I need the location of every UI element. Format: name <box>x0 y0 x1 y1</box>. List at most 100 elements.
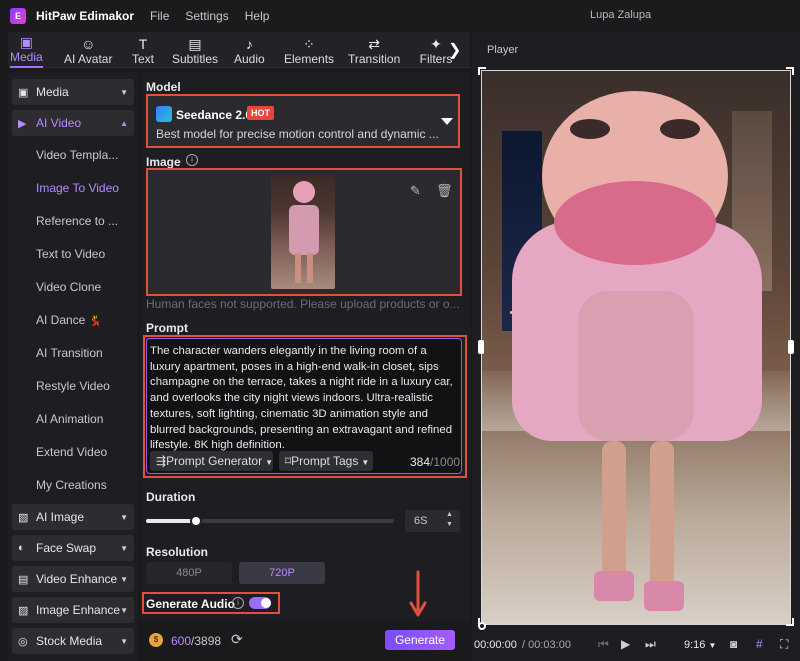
next-frame-icon[interactable]: ⏭ <box>645 637 656 652</box>
aspect-ratio-select[interactable]: 9:16 ▼ <box>684 639 716 651</box>
sidebar-group-label: Media <box>36 85 69 99</box>
prompt-label: Prompt <box>146 321 188 335</box>
sidebar-item-image-to-video[interactable]: Image To Video <box>36 181 119 195</box>
delete-icon[interactable]: 🗑 <box>436 183 453 199</box>
sidebar-item-label: Image To Video <box>36 181 119 195</box>
time-total: / 00:03:00 <box>522 639 571 651</box>
tab-text[interactable]: T Text <box>132 32 154 68</box>
duration-slider-handle[interactable] <box>189 515 202 527</box>
tab-audio[interactable]: ♪ Audio <box>234 32 265 68</box>
stepper-up-icon[interactable]: ▲ <box>446 511 453 518</box>
sidebar-group-ai-image[interactable]: ▧ AI Image ▼ <box>12 504 134 530</box>
toggle-knob <box>261 598 271 608</box>
sidebar-item-label: Restyle Video <box>36 379 110 393</box>
tab-subtitles[interactable]: ▤ Subtitles <box>172 32 218 68</box>
crop-handle-left[interactable] <box>478 340 484 354</box>
sidebar-item-text-to-video[interactable]: Text to Video <box>36 247 105 261</box>
crop-corner[interactable] <box>478 67 486 75</box>
image-hint: Human faces not supported. Please upload… <box>146 297 460 311</box>
time-current: 00:00:00 <box>474 639 517 651</box>
video-enhance-icon: ▤ <box>18 573 29 586</box>
prompt-generator-icon: ⇶ <box>156 454 167 468</box>
sidebar-item-ai-animation[interactable]: AI Animation <box>36 412 103 426</box>
tab-transition[interactable]: ⇄ Transition <box>348 32 400 68</box>
edit-icon[interactable]: ✎ <box>410 183 421 199</box>
credits-counter: 600/3898 <box>171 634 222 648</box>
sidebar-group-label: AI Image <box>36 510 85 524</box>
image-info-icon[interactable]: i <box>186 154 198 166</box>
main-toolbar: ▣ Media ☺ AI Avatar T Text ▤ Subtitles ♪ Audio ⁘ El… <box>8 32 470 68</box>
media-icon: ▣ <box>19 34 33 50</box>
sidebar-item-ai-dance[interactable]: AI Dance 💃 <box>36 313 102 327</box>
snapshot-icon[interactable]: ◙ <box>730 637 737 651</box>
title-bar: E HitPaw Edimakor File Settings Help Lup… <box>0 0 800 32</box>
sidebar-group-media[interactable]: ▣ Media ▼ <box>12 79 134 105</box>
generate-button[interactable]: Generate <box>385 630 455 650</box>
chevron-up-icon: ▲ <box>120 118 128 128</box>
video-preview[interactable] <box>481 70 791 625</box>
dance-icon: 💃 <box>89 316 102 327</box>
sidebar-group-label: Face Swap <box>36 541 97 555</box>
chevron-down-icon: ▼ <box>265 458 274 467</box>
ai-video-icon: ▶ <box>18 117 27 130</box>
model-label: Model <box>146 80 181 94</box>
model-icon <box>156 106 172 122</box>
sidebar-group-image-enhance[interactable]: ▨ Image Enhance ▼ <box>12 597 134 623</box>
uploaded-image-thumbnail <box>271 175 335 289</box>
sidebar-item-restyle-video[interactable]: Restyle Video <box>36 379 110 393</box>
ai-avatar-icon: ☺ <box>81 36 96 52</box>
caret-down-icon[interactable] <box>441 118 453 125</box>
crop-corner[interactable] <box>786 618 794 626</box>
resolution-480p[interactable]: 480P <box>146 562 232 584</box>
duration-label: Duration <box>146 490 196 504</box>
play-icon[interactable]: ▶ <box>621 637 630 651</box>
transition-icon: ⇄ <box>368 36 380 52</box>
prompt-tags-button[interactable]: ⌑Prompt Tags ▼ <box>279 451 373 471</box>
image-label: Image <box>146 155 181 169</box>
stepper-down-icon[interactable]: ▼ <box>446 521 453 528</box>
crop-corner[interactable] <box>786 67 794 75</box>
crop-handle-right[interactable] <box>788 340 794 354</box>
tab-media[interactable]: ▣ Media <box>10 32 43 68</box>
sidebar-item-label: AI Dance <box>36 313 86 327</box>
sidebar-group-face-swap[interactable]: ◐ Face Swap ▼ <box>12 535 134 561</box>
sidebar-group-video-enhance[interactable]: ▤ Video Enhance ▼ <box>12 566 134 592</box>
info-icon[interactable]: i <box>232 597 244 609</box>
chevron-down-icon: ▼ <box>120 574 128 584</box>
sidebar-group-ai-video[interactable]: ▶ AI Video ▲ <box>12 110 134 136</box>
sidebar-item-reference-to[interactable]: Reference to ... <box>36 214 118 228</box>
sidebar-item-extend-video[interactable]: Extend Video <box>36 445 107 459</box>
menu-file[interactable]: File <box>150 9 169 23</box>
menu-help[interactable]: Help <box>245 9 270 23</box>
prev-frame-icon[interactable]: ⏮ <box>598 637 609 652</box>
fullscreen-icon[interactable]: ⛶ <box>780 637 788 652</box>
sidebar-group-stock-media[interactable]: ◎ Stock Media ▼ <box>12 628 134 654</box>
duration-value: 6S <box>414 515 428 527</box>
prompt-text[interactable]: The character wanders elegantly in the l… <box>150 344 460 454</box>
prompt-generator-button[interactable]: ⇶Prompt Generator ▼ <box>150 451 273 471</box>
sidebar-item-video-templa[interactable]: Video Templa... <box>36 148 118 162</box>
sidebar-item-video-clone[interactable]: Video Clone <box>36 280 101 294</box>
tab-label: Transition <box>348 52 401 66</box>
hot-badge: HOT <box>247 106 274 120</box>
menu-settings[interactable]: Settings <box>185 9 228 23</box>
playhead[interactable] <box>478 622 486 630</box>
coin-icon: $ <box>149 633 163 647</box>
resolution-720p[interactable]: 720P <box>239 562 325 584</box>
grid-icon[interactable]: # <box>756 637 763 651</box>
tab-elements[interactable]: ⁘ Elements <box>284 32 334 68</box>
sidebar-item-my-creations[interactable]: My Creations <box>36 478 107 492</box>
chevron-down-icon: ▼ <box>120 512 128 522</box>
face-swap-icon: ◐ <box>18 542 25 554</box>
tab-ai-avatar[interactable]: ☺ AI Avatar <box>64 32 112 68</box>
tab-label: Elements <box>284 52 335 66</box>
refresh-icon[interactable]: ⟳ <box>231 631 243 648</box>
toolbar-next-icon[interactable]: ❯ <box>448 40 461 60</box>
sidebar-group-label: Image Enhance <box>36 603 121 617</box>
char-counter: 384/1000 <box>410 455 461 469</box>
audio-icon: ♪ <box>245 36 253 52</box>
sidebar-item-label: Video Templa... <box>36 148 119 162</box>
sidebar-item-ai-transition[interactable]: AI Transition <box>36 346 103 360</box>
chevron-down-icon: ▼ <box>120 543 128 553</box>
image-enhance-icon: ▨ <box>18 604 29 617</box>
